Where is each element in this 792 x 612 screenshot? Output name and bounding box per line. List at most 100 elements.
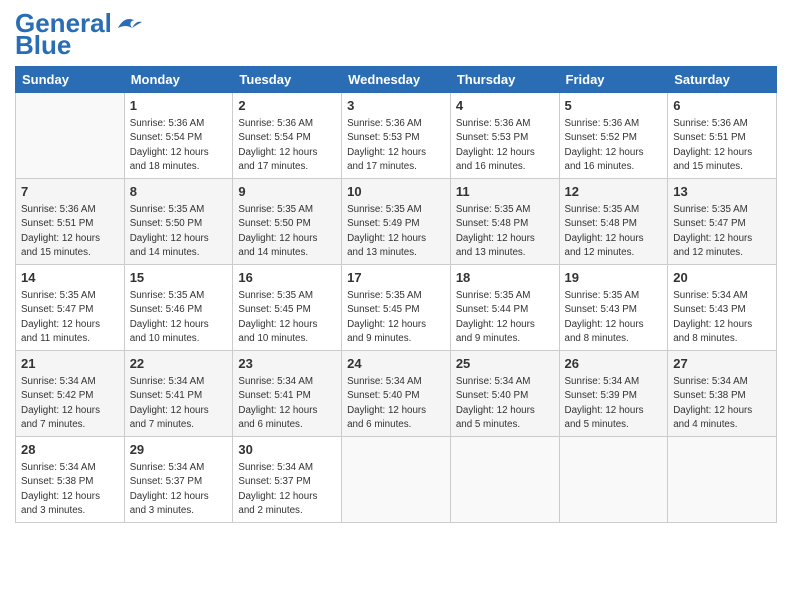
- calendar-table: SundayMondayTuesdayWednesdayThursdayFrid…: [15, 66, 777, 523]
- day-info: Sunrise: 5:36 AM Sunset: 5:51 PM Dayligh…: [673, 117, 771, 174]
- day-info: Sunrise: 5:35 AM Sunset: 5:48 PM Dayligh…: [565, 203, 663, 260]
- calendar-cell: 24 Sunrise: 5:34 AM Sunset: 5:40 PM Dayli…: [342, 351, 451, 437]
- calendar-cell: 28Sunrise: 5:34 AM Sunset: 5:38 PM Dayli…: [16, 437, 125, 523]
- day-number: 3: [347, 97, 445, 115]
- calendar-week-row: 21 Sunrise: 5:34 AM Sunset: 5:42 PM Dayli…: [16, 351, 777, 437]
- weekday-header-tuesday: Tuesday: [233, 67, 342, 93]
- calendar-cell: 6 Sunrise: 5:36 AM Sunset: 5:51 PM Daylig…: [668, 93, 777, 179]
- weekday-header-monday: Monday: [124, 67, 233, 93]
- calendar-week-row: 7Sunrise: 5:36 AM Sunset: 5:51 PM Daylig…: [16, 179, 777, 265]
- day-info: Sunrise: 5:34 AM Sunset: 5:37 PM Dayligh…: [130, 461, 228, 518]
- calendar-cell: 27 Sunrise: 5:34 AM Sunset: 5:38 PM Dayli…: [668, 351, 777, 437]
- calendar-cell: [450, 437, 559, 523]
- day-number: 18: [456, 269, 554, 287]
- calendar-cell: 1 Sunrise: 5:36 AM Sunset: 5:54 PM Daylig…: [124, 93, 233, 179]
- calendar-cell: [559, 437, 668, 523]
- day-info: Sunrise: 5:35 AM Sunset: 5:47 PM Dayligh…: [673, 203, 771, 260]
- day-number: 23: [238, 355, 336, 373]
- day-info: Sunrise: 5:35 AM Sunset: 5:45 PM Dayligh…: [238, 289, 336, 346]
- weekday-header-saturday: Saturday: [668, 67, 777, 93]
- day-info: Sunrise: 5:35 AM Sunset: 5:50 PM Dayligh…: [238, 203, 336, 260]
- calendar-week-row: 14 Sunrise: 5:35 AM Sunset: 5:47 PM Dayli…: [16, 265, 777, 351]
- day-number: 21: [21, 355, 119, 373]
- day-info: Sunrise: 5:36 AM Sunset: 5:51 PM Dayligh…: [21, 203, 119, 260]
- calendar-cell: [342, 437, 451, 523]
- day-number: 14: [21, 269, 119, 287]
- day-info: Sunrise: 5:35 AM Sunset: 5:47 PM Dayligh…: [21, 289, 119, 346]
- day-number: 12: [565, 183, 663, 201]
- calendar-cell: 12 Sunrise: 5:35 AM Sunset: 5:48 PM Dayli…: [559, 179, 668, 265]
- calendar-cell: 5 Sunrise: 5:36 AM Sunset: 5:52 PM Daylig…: [559, 93, 668, 179]
- page-header: General Blue: [15, 10, 777, 58]
- calendar-cell: 17Sunrise: 5:35 AM Sunset: 5:45 PM Dayli…: [342, 265, 451, 351]
- calendar-cell: 22 Sunrise: 5:34 AM Sunset: 5:41 PM Dayli…: [124, 351, 233, 437]
- day-info: Sunrise: 5:35 AM Sunset: 5:45 PM Dayligh…: [347, 289, 445, 346]
- calendar-cell: 18 Sunrise: 5:35 AM Sunset: 5:44 PM Dayli…: [450, 265, 559, 351]
- day-number: 30: [238, 441, 336, 459]
- day-number: 22: [130, 355, 228, 373]
- calendar-cell: 8 Sunrise: 5:35 AM Sunset: 5:50 PM Daylig…: [124, 179, 233, 265]
- calendar-cell: [668, 437, 777, 523]
- calendar-cell: 3 Sunrise: 5:36 AM Sunset: 5:53 PM Daylig…: [342, 93, 451, 179]
- day-number: 13: [673, 183, 771, 201]
- day-info: Sunrise: 5:35 AM Sunset: 5:43 PM Dayligh…: [565, 289, 663, 346]
- calendar-cell: 29 Sunrise: 5:34 AM Sunset: 5:37 PM Dayli…: [124, 437, 233, 523]
- calendar-cell: 16 Sunrise: 5:35 AM Sunset: 5:45 PM Dayli…: [233, 265, 342, 351]
- day-info: Sunrise: 5:35 AM Sunset: 5:50 PM Dayligh…: [130, 203, 228, 260]
- day-number: 2: [238, 97, 336, 115]
- calendar-cell: 21 Sunrise: 5:34 AM Sunset: 5:42 PM Dayli…: [16, 351, 125, 437]
- day-number: 24: [347, 355, 445, 373]
- calendar-cell: 9 Sunrise: 5:35 AM Sunset: 5:50 PM Daylig…: [233, 179, 342, 265]
- day-number: 15: [130, 269, 228, 287]
- day-number: 20: [673, 269, 771, 287]
- calendar-cell: 2 Sunrise: 5:36 AM Sunset: 5:54 PM Daylig…: [233, 93, 342, 179]
- calendar-cell: 15 Sunrise: 5:35 AM Sunset: 5:46 PM Dayli…: [124, 265, 233, 351]
- day-info: Sunrise: 5:35 AM Sunset: 5:46 PM Dayligh…: [130, 289, 228, 346]
- calendar-cell: 19 Sunrise: 5:35 AM Sunset: 5:43 PM Dayli…: [559, 265, 668, 351]
- calendar-cell: 20 Sunrise: 5:34 AM Sunset: 5:43 PM Dayli…: [668, 265, 777, 351]
- calendar-cell: 14 Sunrise: 5:35 AM Sunset: 5:47 PM Dayli…: [16, 265, 125, 351]
- calendar-cell: 13 Sunrise: 5:35 AM Sunset: 5:47 PM Dayli…: [668, 179, 777, 265]
- weekday-header-wednesday: Wednesday: [342, 67, 451, 93]
- day-info: Sunrise: 5:34 AM Sunset: 5:40 PM Dayligh…: [347, 375, 445, 432]
- day-info: Sunrise: 5:36 AM Sunset: 5:54 PM Dayligh…: [130, 117, 228, 174]
- weekday-header-thursday: Thursday: [450, 67, 559, 93]
- day-number: 10: [347, 183, 445, 201]
- day-number: 16: [238, 269, 336, 287]
- calendar-header-row: SundayMondayTuesdayWednesdayThursdayFrid…: [16, 67, 777, 93]
- day-info: Sunrise: 5:36 AM Sunset: 5:52 PM Dayligh…: [565, 117, 663, 174]
- day-info: Sunrise: 5:34 AM Sunset: 5:38 PM Dayligh…: [673, 375, 771, 432]
- day-info: Sunrise: 5:34 AM Sunset: 5:39 PM Dayligh…: [565, 375, 663, 432]
- calendar-cell: 30Sunrise: 5:34 AM Sunset: 5:37 PM Dayli…: [233, 437, 342, 523]
- logo-bird-icon: [114, 14, 142, 36]
- day-info: Sunrise: 5:36 AM Sunset: 5:53 PM Dayligh…: [456, 117, 554, 174]
- day-number: 6: [673, 97, 771, 115]
- day-number: 29: [130, 441, 228, 459]
- day-number: 8: [130, 183, 228, 201]
- day-number: 26: [565, 355, 663, 373]
- day-info: Sunrise: 5:34 AM Sunset: 5:41 PM Dayligh…: [130, 375, 228, 432]
- calendar-cell: 25Sunrise: 5:34 AM Sunset: 5:40 PM Dayli…: [450, 351, 559, 437]
- day-number: 27: [673, 355, 771, 373]
- day-info: Sunrise: 5:34 AM Sunset: 5:42 PM Dayligh…: [21, 375, 119, 432]
- day-info: Sunrise: 5:35 AM Sunset: 5:48 PM Dayligh…: [456, 203, 554, 260]
- day-number: 4: [456, 97, 554, 115]
- calendar-cell: 7Sunrise: 5:36 AM Sunset: 5:51 PM Daylig…: [16, 179, 125, 265]
- day-info: Sunrise: 5:36 AM Sunset: 5:54 PM Dayligh…: [238, 117, 336, 174]
- day-number: 11: [456, 183, 554, 201]
- calendar-cell: [16, 93, 125, 179]
- day-info: Sunrise: 5:36 AM Sunset: 5:53 PM Dayligh…: [347, 117, 445, 174]
- day-number: 19: [565, 269, 663, 287]
- day-number: 25: [456, 355, 554, 373]
- calendar-cell: 11 Sunrise: 5:35 AM Sunset: 5:48 PM Dayli…: [450, 179, 559, 265]
- day-number: 5: [565, 97, 663, 115]
- weekday-header-friday: Friday: [559, 67, 668, 93]
- day-info: Sunrise: 5:34 AM Sunset: 5:41 PM Dayligh…: [238, 375, 336, 432]
- day-number: 1: [130, 97, 228, 115]
- day-info: Sunrise: 5:34 AM Sunset: 5:43 PM Dayligh…: [673, 289, 771, 346]
- day-info: Sunrise: 5:35 AM Sunset: 5:49 PM Dayligh…: [347, 203, 445, 260]
- calendar-cell: 23 Sunrise: 5:34 AM Sunset: 5:41 PM Dayli…: [233, 351, 342, 437]
- day-number: 9: [238, 183, 336, 201]
- calendar-cell: 26 Sunrise: 5:34 AM Sunset: 5:39 PM Dayli…: [559, 351, 668, 437]
- day-info: Sunrise: 5:35 AM Sunset: 5:44 PM Dayligh…: [456, 289, 554, 346]
